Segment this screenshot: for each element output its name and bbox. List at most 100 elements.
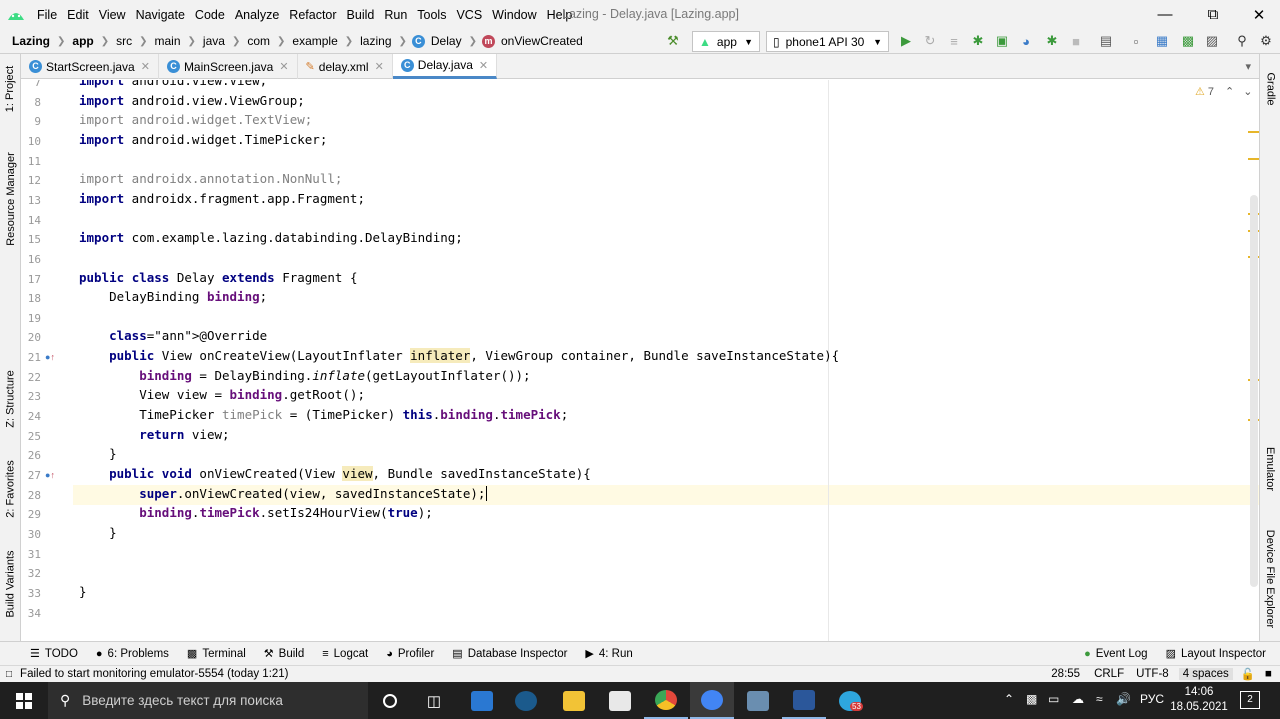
code-line[interactable]: TimePicker timePick = (TimePicker) this.…: [79, 407, 568, 422]
close-tab-icon[interactable]: ✕: [479, 59, 488, 72]
taskbar-search-box[interactable]: ⚲ Введите здесь текст для поиска: [48, 682, 368, 719]
code-line[interactable]: import android.widget.TimePicker;: [79, 132, 327, 147]
line-separator[interactable]: CRLF: [1094, 668, 1124, 680]
project-structure-icon[interactable]: ▤: [1098, 33, 1114, 49]
cloud-icon[interactable]: ☁: [1072, 692, 1084, 706]
code-line[interactable]: View view = binding.getRoot();: [79, 387, 365, 402]
menu-analyze[interactable]: Analyze: [230, 8, 284, 22]
android-studio-app-icon[interactable]: [690, 682, 734, 719]
indent-setting[interactable]: 4 spaces: [1178, 668, 1233, 680]
layout-inspector-tool-tab[interactable]: ▨ Layout Inspector: [1166, 647, 1266, 661]
code-line[interactable]: import androidx.fragment.app.Fragment;: [79, 191, 365, 206]
clock[interactable]: 14:06 18.05.2021: [1170, 685, 1228, 715]
warning-stripe-mark[interactable]: [1248, 131, 1259, 133]
breadcrumb-lazing[interactable]: lazing: [358, 34, 393, 48]
wifi-icon[interactable]: ≈: [1096, 692, 1103, 706]
stop-icon[interactable]: ■: [1068, 33, 1084, 49]
tab-list-icon[interactable]: ▾: [1237, 54, 1259, 78]
code-line[interactable]: public void onViewCreated(View view, Bun…: [79, 466, 591, 481]
debug-icon[interactable]: ✱: [970, 33, 986, 49]
breadcrumb-method[interactable]: onViewCreated: [499, 34, 585, 48]
breadcrumb-java[interactable]: java: [201, 34, 227, 48]
file-explorer-icon[interactable]: [552, 682, 596, 719]
menu-run[interactable]: Run: [379, 8, 412, 22]
sdk-manager-icon[interactable]: ▩: [1180, 33, 1196, 49]
menu-view[interactable]: View: [94, 8, 131, 22]
menu-tools[interactable]: Tools: [412, 8, 451, 22]
lock-icon[interactable]: 🔓: [1241, 667, 1255, 681]
show-hidden-icons-icon[interactable]: ⌃: [1004, 692, 1014, 706]
action-center-icon[interactable]: 2: [1240, 691, 1260, 709]
steam-app-icon[interactable]: [504, 682, 548, 719]
structure-tool-tab[interactable]: Z: Structure: [0, 364, 21, 434]
menu-navigate[interactable]: Navigate: [131, 8, 190, 22]
code-line[interactable]: import androidx.annotation.NonNull;: [79, 171, 342, 186]
avd-manager-icon[interactable]: ▦: [1154, 33, 1170, 49]
breadcrumb-com[interactable]: com: [245, 34, 272, 48]
build-tool-tab[interactable]: ⚒ Build: [264, 647, 304, 661]
search-icon[interactable]: ⚲: [1234, 33, 1250, 49]
start-button[interactable]: [0, 682, 48, 719]
device-icon[interactable]: ▩: [1026, 692, 1037, 706]
code-line[interactable]: import android.view.View;: [79, 80, 267, 88]
code-line[interactable]: import android.widget.TextView;: [79, 112, 312, 127]
favorites-tool-tab[interactable]: 2: Favorites: [0, 454, 21, 524]
code-line[interactable]: }: [79, 584, 87, 599]
vm-app-icon[interactable]: [736, 682, 780, 719]
override-marker-icon[interactable]: ●↑: [45, 352, 55, 362]
tab-delay-xml[interactable]: ✎ delay.xml ✕: [298, 54, 393, 79]
run-icon[interactable]: ▶: [898, 33, 914, 49]
project-tool-tab[interactable]: 1: Project: [0, 59, 21, 119]
breadcrumb-example[interactable]: example: [290, 34, 339, 48]
word-app-icon[interactable]: [782, 682, 826, 719]
event-log-tool-tab[interactable]: ● Event Log: [1084, 648, 1147, 660]
code-line[interactable]: import android.view.ViewGroup;: [79, 93, 305, 108]
problems-tool-tab[interactable]: ● 6: Problems: [96, 648, 169, 660]
task-view-icon[interactable]: ◫: [412, 682, 456, 719]
logcat-tool-tab[interactable]: ≡ Logcat: [322, 648, 368, 660]
profiler-tool-tab[interactable]: ◕ Profiler: [386, 648, 434, 660]
cortana-icon[interactable]: [368, 682, 412, 719]
close-tab-icon[interactable]: ✕: [141, 60, 150, 73]
breadcrumb-module[interactable]: app: [70, 34, 95, 48]
code-editor[interactable]: 7 8 9 10 11 12 13 14 15 16 17 18 19 20 21 22 23 24 25 26 27 2…: [21, 80, 1259, 641]
attach-debugger-icon[interactable]: ✱: [1044, 33, 1060, 49]
menu-code[interactable]: Code: [190, 8, 230, 22]
code-line[interactable]: binding.timePick.setIs24HourView(true);: [79, 505, 433, 520]
code-line[interactable]: DelayBinding binding;: [79, 289, 267, 304]
todo-tool-tab[interactable]: ☰ TODO: [30, 647, 78, 661]
telegram-app-icon[interactable]: 53: [828, 682, 872, 719]
code-line[interactable]: class="ann">@Override: [79, 328, 267, 343]
minimize-icon[interactable]: —: [1142, 0, 1188, 29]
language-indicator[interactable]: РУС: [1140, 692, 1164, 706]
override-marker-icon[interactable]: ●↑: [45, 470, 55, 480]
terminal-tool-tab[interactable]: ▩ Terminal: [187, 647, 246, 661]
close-icon[interactable]: ✕: [1236, 0, 1280, 29]
chevron-down-icon[interactable]: ⌄: [1243, 85, 1252, 98]
run-tool-tab[interactable]: ▶ 4: Run: [585, 647, 632, 661]
settings-icon[interactable]: ⚙: [1258, 33, 1274, 49]
code-line[interactable]: public class Delay extends Fragment {: [79, 270, 358, 285]
warning-stripe-mark[interactable]: [1248, 158, 1259, 160]
tab-startscreen[interactable]: C StartScreen.java ✕: [21, 54, 159, 79]
build-variants-tool-tab[interactable]: Build Variants: [0, 544, 21, 624]
tab-mainscreen[interactable]: C MainScreen.java ✕: [159, 54, 298, 79]
apply-code-changes-icon[interactable]: ≡: [946, 33, 962, 49]
breadcrumb-src[interactable]: src: [114, 34, 134, 48]
code-line[interactable]: }: [79, 446, 117, 461]
code-line[interactable]: import com.example.lazing.databinding.De…: [79, 230, 463, 245]
emulator-tool-tab[interactable]: Emulator: [1260, 439, 1280, 499]
code-line[interactable]: super.onViewCreated(view, savedInstanceS…: [79, 485, 488, 501]
run-config-select[interactable]: ▲ app ▼: [692, 31, 760, 52]
menu-vcs[interactable]: VCS: [451, 8, 487, 22]
menu-file[interactable]: File: [32, 8, 62, 22]
menu-window[interactable]: Window: [487, 8, 541, 22]
resource-manager-tool-tab[interactable]: Resource Manager: [0, 144, 21, 254]
inspection-widget[interactable]: ⚠ 7 ⌃ ⌄: [1195, 85, 1252, 99]
layout-inspector-icon[interactable]: ▨: [1204, 33, 1220, 49]
apply-changes-icon[interactable]: ↻: [922, 33, 938, 49]
breadcrumb-main[interactable]: main: [153, 34, 183, 48]
hammer-icon[interactable]: ⚒: [665, 33, 681, 49]
close-tab-icon[interactable]: ✕: [375, 60, 384, 73]
menu-refactor[interactable]: Refactor: [284, 8, 341, 22]
